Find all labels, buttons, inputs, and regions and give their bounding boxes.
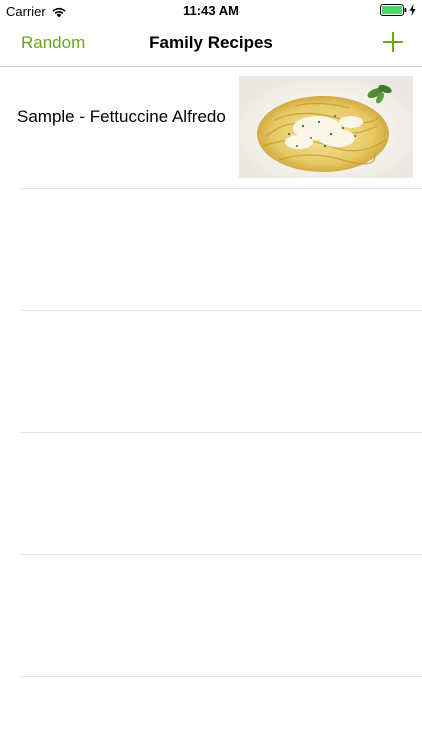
battery-icon <box>380 4 407 16</box>
status-bar: Carrier 11:43 AM <box>0 0 422 22</box>
recipe-table: Sample - Fettuccine Alfredo <box>0 67 422 677</box>
empty-row <box>0 311 422 433</box>
row-separator <box>20 676 422 677</box>
navigation-bar: Random Family Recipes <box>0 22 422 67</box>
fettuccine-alfredo-photo <box>239 76 413 178</box>
empty-row <box>0 555 422 677</box>
screen: Carrier 11:43 AM Random Family Recipes S… <box>0 0 422 750</box>
empty-row <box>0 433 422 555</box>
recipe-row[interactable]: Sample - Fettuccine Alfredo <box>0 67 422 189</box>
status-right <box>380 4 416 16</box>
status-time: 11:43 AM <box>183 3 239 18</box>
plus-icon <box>383 32 403 52</box>
empty-row <box>0 189 422 311</box>
add-recipe-button[interactable] <box>382 31 404 53</box>
random-button[interactable]: Random <box>21 33 85 53</box>
recipe-title: Sample - Fettuccine Alfredo <box>17 107 226 126</box>
charging-icon <box>409 4 416 16</box>
